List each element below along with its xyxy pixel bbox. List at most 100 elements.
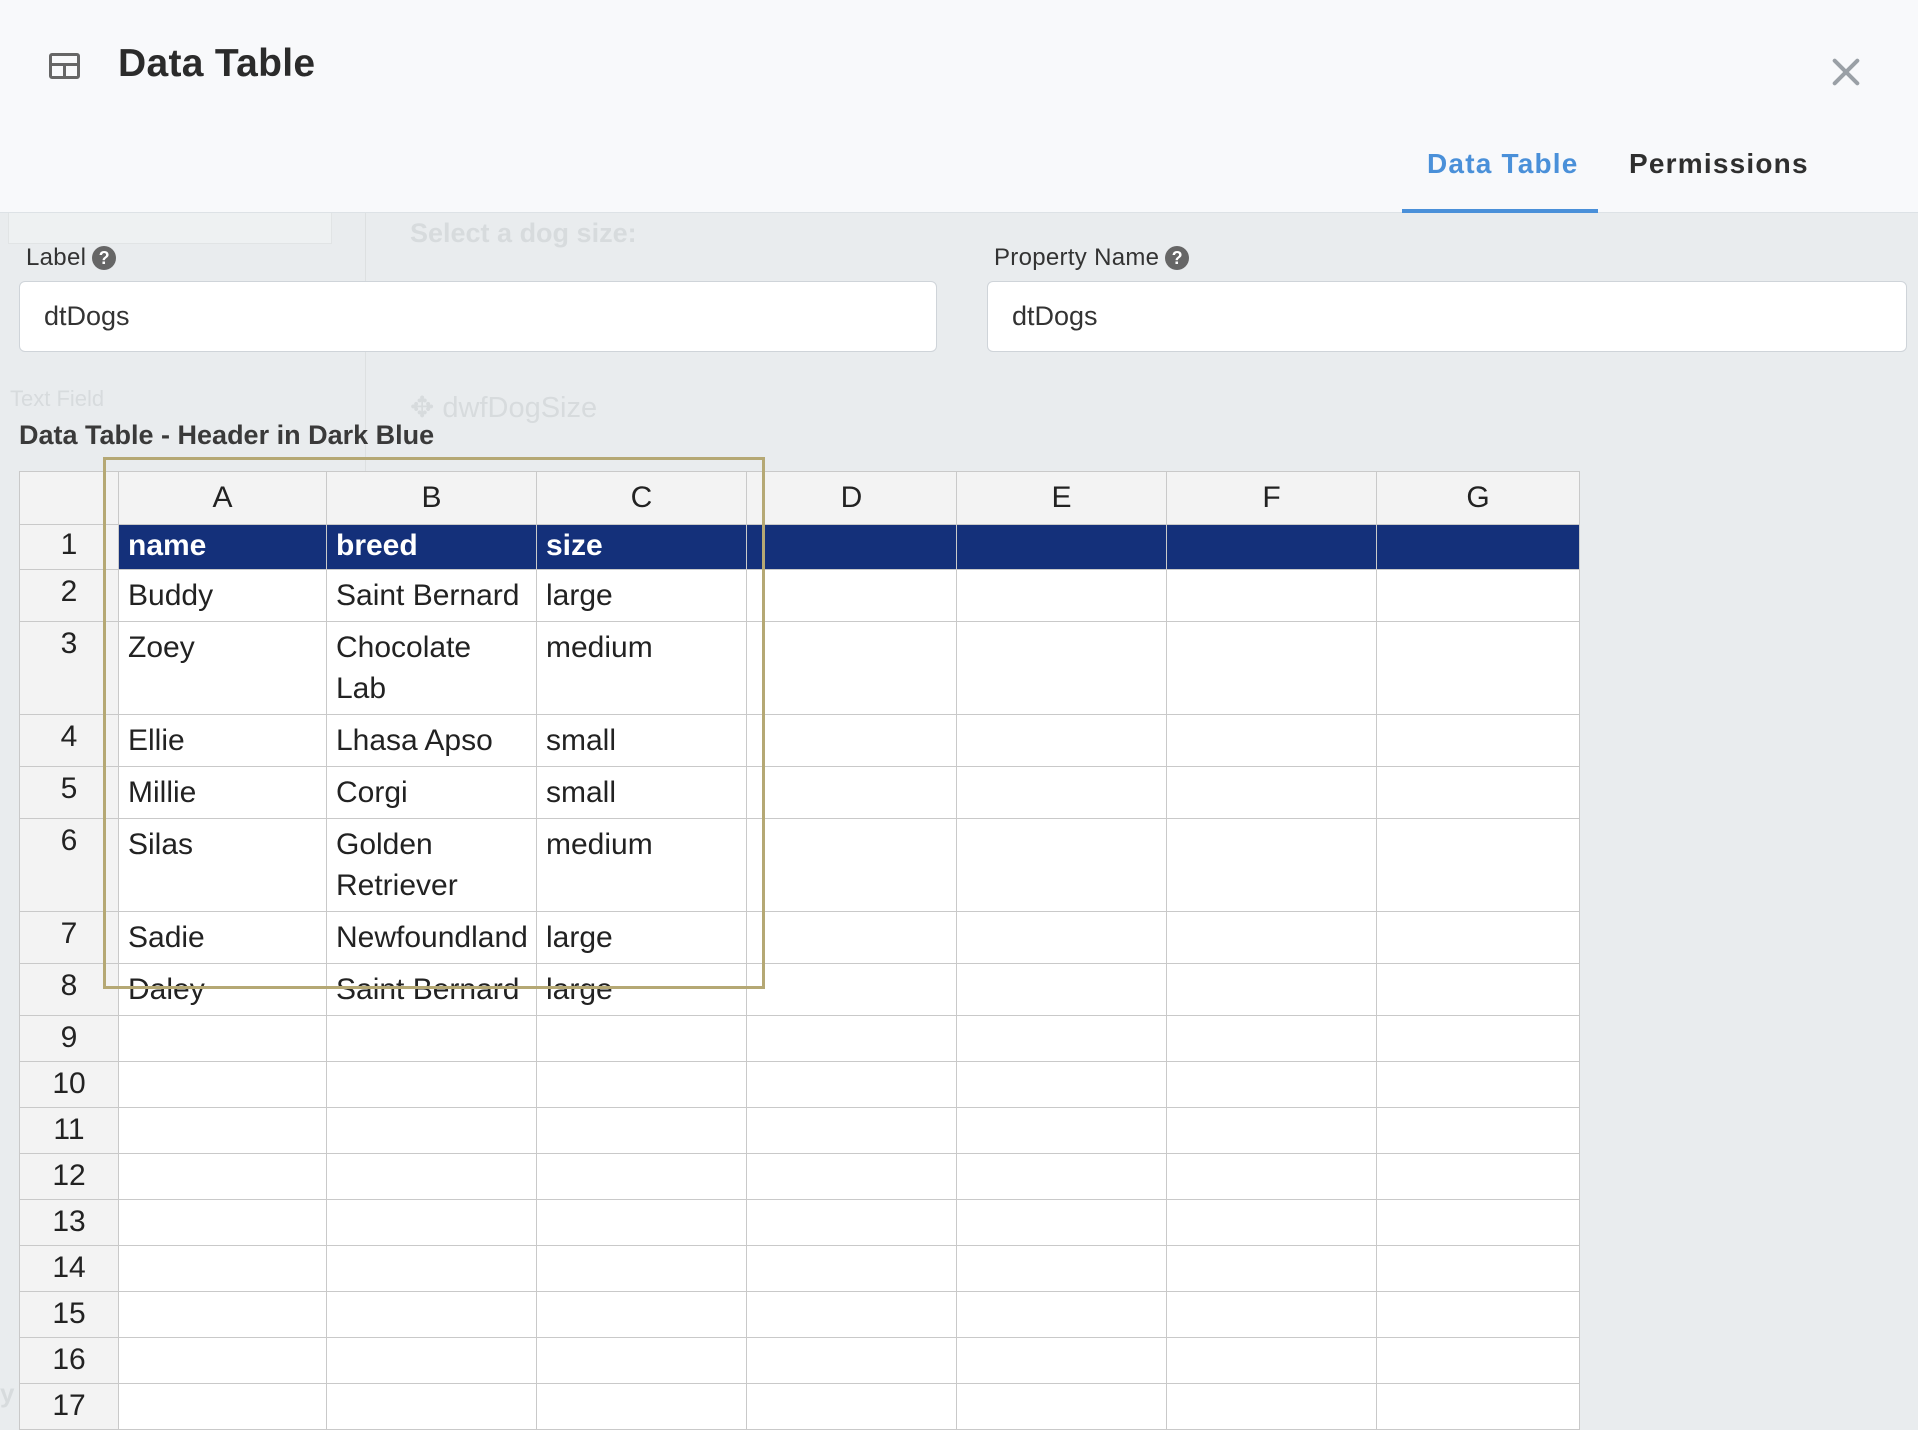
table-cell[interactable] — [746, 963, 957, 1016]
table-cell[interactable] — [1376, 569, 1580, 622]
table-cell[interactable] — [118, 1383, 327, 1430]
row-number[interactable]: 9 — [19, 1015, 119, 1062]
table-cell[interactable] — [118, 1291, 327, 1338]
table-cell[interactable] — [956, 1199, 1167, 1246]
header-cell[interactable]: name — [118, 524, 327, 570]
table-cell[interactable]: Daley — [118, 963, 327, 1016]
row-number[interactable]: 12 — [19, 1153, 119, 1200]
table-cell[interactable] — [1166, 911, 1377, 964]
table-cell[interactable] — [1376, 1291, 1580, 1338]
grid-corner[interactable] — [19, 471, 119, 525]
table-cell[interactable] — [1166, 1015, 1377, 1062]
table-cell[interactable]: Buddy — [118, 569, 327, 622]
table-cell[interactable] — [536, 1383, 747, 1430]
table-cell[interactable]: medium — [536, 818, 747, 912]
table-cell[interactable] — [746, 1291, 957, 1338]
table-cell[interactable] — [1376, 1245, 1580, 1292]
table-cell[interactable] — [1166, 1107, 1377, 1154]
table-cell[interactable]: Millie — [118, 766, 327, 819]
table-cell[interactable] — [326, 1153, 537, 1200]
table-cell[interactable] — [1376, 818, 1580, 912]
table-cell[interactable]: Ellie — [118, 714, 327, 767]
table-cell[interactable] — [746, 569, 957, 622]
row-number[interactable]: 4 — [19, 714, 119, 767]
property-name-input[interactable] — [987, 281, 1907, 352]
table-cell[interactable] — [1166, 1291, 1377, 1338]
row-number[interactable]: 15 — [19, 1291, 119, 1338]
row-number[interactable]: 7 — [19, 911, 119, 964]
table-cell[interactable] — [746, 1153, 957, 1200]
table-cell[interactable]: Zoey — [118, 621, 327, 715]
table-cell[interactable] — [118, 1061, 327, 1108]
table-cell[interactable] — [118, 1107, 327, 1154]
table-cell[interactable] — [536, 1199, 747, 1246]
row-number[interactable]: 1 — [19, 524, 119, 570]
column-header-c[interactable]: C — [536, 471, 747, 525]
table-cell[interactable] — [1166, 766, 1377, 819]
table-cell[interactable] — [1376, 1107, 1580, 1154]
table-cell[interactable] — [1166, 1153, 1377, 1200]
table-cell[interactable] — [326, 1061, 537, 1108]
row-number[interactable]: 5 — [19, 766, 119, 819]
table-cell[interactable] — [746, 714, 957, 767]
column-header-g[interactable]: G — [1376, 471, 1580, 525]
table-cell[interactable] — [1376, 1199, 1580, 1246]
table-cell[interactable] — [1376, 621, 1580, 715]
table-cell[interactable] — [746, 766, 957, 819]
table-cell[interactable] — [118, 1245, 327, 1292]
table-cell[interactable] — [326, 1199, 537, 1246]
table-cell[interactable] — [1376, 1153, 1580, 1200]
table-cell[interactable]: large — [536, 911, 747, 964]
table-cell[interactable] — [956, 621, 1167, 715]
table-cell[interactable] — [326, 1107, 537, 1154]
table-cell[interactable] — [956, 714, 1167, 767]
row-number[interactable]: 11 — [19, 1107, 119, 1154]
table-cell[interactable] — [1376, 1383, 1580, 1430]
table-cell[interactable] — [956, 1383, 1167, 1430]
table-cell[interactable] — [536, 1107, 747, 1154]
column-header-a[interactable]: A — [118, 471, 327, 525]
table-cell[interactable] — [1166, 1199, 1377, 1246]
column-header-d[interactable]: D — [746, 471, 957, 525]
header-cell[interactable] — [1376, 524, 1580, 570]
table-cell[interactable] — [326, 1337, 537, 1384]
column-header-e[interactable]: E — [956, 471, 1167, 525]
header-cell[interactable] — [1166, 524, 1377, 570]
table-cell[interactable] — [956, 818, 1167, 912]
table-cell[interactable] — [1166, 963, 1377, 1016]
table-cell[interactable]: Lhasa Apso — [326, 714, 537, 767]
table-cell[interactable] — [1166, 1383, 1377, 1430]
tab-data-table[interactable]: Data Table — [1427, 148, 1579, 180]
table-cell[interactable] — [956, 1107, 1167, 1154]
help-icon[interactable]: ? — [1165, 246, 1190, 270]
row-number[interactable]: 17 — [19, 1383, 119, 1430]
help-icon[interactable]: ? — [92, 246, 117, 270]
table-cell[interactable]: Golden Retriever — [326, 818, 537, 912]
table-cell[interactable] — [326, 1245, 537, 1292]
table-cell[interactable]: Saint Bernard — [326, 963, 537, 1016]
table-cell[interactable] — [956, 1291, 1167, 1338]
table-cell[interactable] — [118, 1337, 327, 1384]
table-cell[interactable] — [326, 1383, 537, 1430]
table-cell[interactable] — [1166, 569, 1377, 622]
table-cell[interactable] — [746, 1015, 957, 1062]
table-cell[interactable] — [1376, 911, 1580, 964]
table-cell[interactable] — [536, 1153, 747, 1200]
table-cell[interactable] — [118, 1015, 327, 1062]
table-cell[interactable] — [1166, 621, 1377, 715]
table-cell[interactable]: Silas — [118, 818, 327, 912]
table-cell[interactable] — [536, 1061, 747, 1108]
table-cell[interactable] — [956, 766, 1167, 819]
table-cell[interactable] — [1166, 1337, 1377, 1384]
table-cell[interactable]: Sadie — [118, 911, 327, 964]
table-cell[interactable]: Newfoundland — [326, 911, 537, 964]
data-table-grid[interactable]: ABCDEFG 1 name breed size 2 Buddy Saint Bernar… — [19, 471, 1580, 1430]
table-cell[interactable] — [118, 1153, 327, 1200]
table-cell[interactable] — [1166, 1245, 1377, 1292]
table-cell[interactable] — [956, 1061, 1167, 1108]
table-cell[interactable] — [326, 1291, 537, 1338]
row-number[interactable]: 16 — [19, 1337, 119, 1384]
label-input[interactable] — [19, 281, 937, 352]
table-cell[interactable] — [956, 911, 1167, 964]
table-cell[interactable] — [1166, 1061, 1377, 1108]
